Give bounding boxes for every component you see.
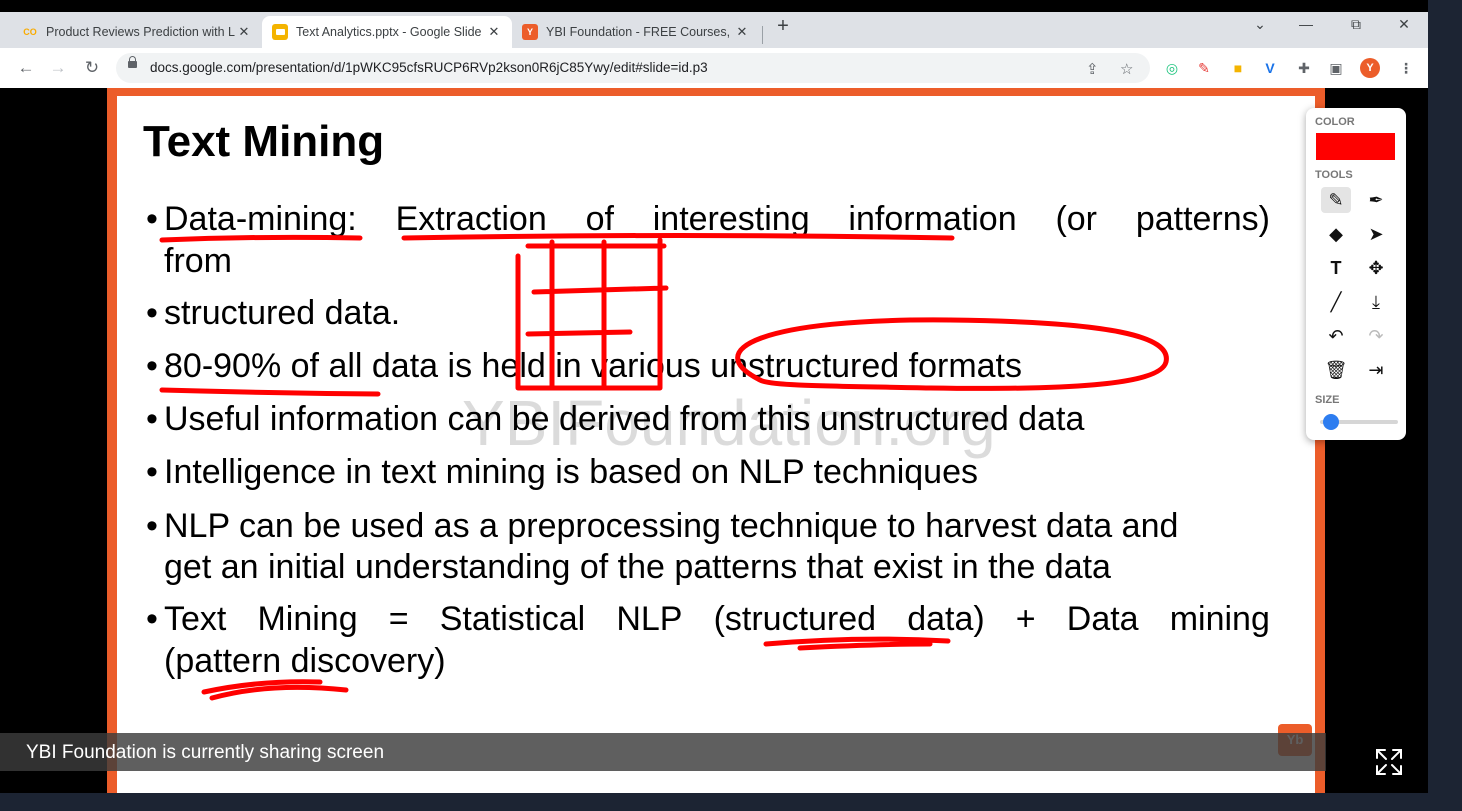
pen-tool-icon[interactable]: ✎ (1321, 187, 1351, 213)
highlighter-tool-icon[interactable]: ✒ (1361, 187, 1391, 213)
tab-text-analytics[interactable]: Text Analytics.pptx - Google Slide ✕ (262, 16, 512, 48)
restore-button[interactable]: ⧉ (1346, 16, 1366, 33)
url-text: docs.google.com/presentation/d/1pWKC95cf… (150, 60, 708, 75)
profile-avatar[interactable]: Y (1360, 58, 1380, 78)
grammarly-extension-icon[interactable]: ◎ (1162, 58, 1182, 78)
browser-toolbar: ← → ↻ docs.google.com/presentation/d/1pW… (0, 48, 1428, 88)
bullet-structured: • structured data. (146, 294, 401, 332)
tab-title: Text Analytics.pptx - Google Slide (296, 25, 482, 39)
pointer-tool-icon[interactable]: ➤ (1361, 221, 1391, 247)
line-tool-icon[interactable]: ╱ (1321, 289, 1351, 315)
tab-search-icon[interactable]: ⌄ (1250, 16, 1270, 33)
vimeo-extension-icon[interactable]: V (1260, 58, 1280, 78)
bullet-continuation: get an initial understanding of the patt… (164, 548, 1111, 586)
bullet-continuation: (pattern discovery) (164, 642, 446, 680)
bullet-unstructured: • 80-90% of all data is held in various u… (146, 347, 1023, 385)
trash-icon[interactable]: 🗑 (1321, 357, 1351, 383)
tab-divider (762, 26, 763, 44)
bullet-data-mining: • Data-mining: Extraction of interesting … (146, 200, 1270, 238)
size-label: SIZE (1315, 394, 1340, 406)
bullet-text-mining-formula: • Text Mining = Statistical NLP (structur… (146, 600, 1270, 638)
slide-title: Text Mining (143, 117, 385, 166)
tab-title: Product Reviews Prediction with L (46, 25, 235, 39)
address-bar[interactable]: docs.google.com/presentation/d/1pWKC95cf… (116, 53, 1150, 83)
bullet-useful-info: • Useful information can be derived from … (146, 400, 1085, 438)
exit-icon[interactable]: ⇥ (1361, 357, 1391, 383)
back-arrow-icon[interactable]: ← (16, 58, 36, 78)
tab-product-reviews[interactable]: CO Product Reviews Prediction with L ✕ (12, 16, 262, 48)
slides-icon (272, 24, 288, 40)
share-status-text: YBI Foundation is currently sharing scre… (26, 742, 385, 763)
browser-tab-strip: CO Product Reviews Prediction with L ✕ T… (0, 12, 1428, 48)
new-tab-button[interactable]: + (772, 15, 794, 37)
close-icon[interactable]: ✕ (486, 24, 502, 40)
undo-icon[interactable]: ↶ (1321, 323, 1351, 349)
fullscreen-icon[interactable] (1374, 747, 1404, 777)
extensions-puzzle-icon[interactable]: ✚ (1294, 58, 1314, 78)
screen-share-banner: YBI Foundation is currently sharing scre… (0, 733, 1326, 771)
share-icon[interactable]: ⇪ (1086, 60, 1099, 78)
tab-title: YBI Foundation - FREE Courses, Li (546, 25, 734, 39)
bullet-nlp-preprocessing: • NLP can be used as a preprocessing tech… (146, 507, 1179, 545)
eraser-tool-icon[interactable]: ◆ (1321, 221, 1351, 247)
tab-ybi-foundation[interactable]: Y YBI Foundation - FREE Courses, Li ✕ (512, 16, 760, 48)
size-slider-handle[interactable] (1323, 414, 1340, 430)
tools-label: TOOLS (1315, 169, 1353, 181)
move-tool-icon[interactable]: ✥ (1361, 255, 1391, 281)
download-tool-icon[interactable]: ⤓ (1361, 289, 1391, 315)
colab-icon: CO (23, 27, 37, 37)
color-label: COLOR (1315, 116, 1355, 128)
page-side-margin (1428, 0, 1462, 811)
lock-icon (128, 56, 137, 68)
keep-extension-icon[interactable]: ■ (1228, 58, 1248, 78)
side-panel-icon[interactable]: ▣ (1326, 58, 1346, 78)
pen-extension-icon[interactable]: ✎ (1194, 58, 1214, 78)
bullet-continuation: from (164, 242, 232, 280)
close-window-button[interactable]: ✕ (1394, 16, 1414, 33)
annotation-toolbox: COLOR TOOLS ✎ ✒ ◆ ➤ T ✥ ╱ ⤓ ↶ ↷ 🗑 ⇥ SIZE (1306, 108, 1406, 440)
shared-screen: CO Product Reviews Prediction with L ✕ T… (0, 0, 1428, 793)
bullet-intelligence: • Intelligence in text mining is based on… (146, 453, 978, 491)
text-tool-icon[interactable]: T (1321, 255, 1351, 281)
bookmark-star-icon[interactable]: ☆ (1120, 60, 1133, 78)
reload-icon[interactable]: ↻ (82, 58, 102, 78)
close-icon[interactable]: ✕ (236, 24, 252, 40)
page-bottom-margin (0, 793, 1462, 811)
more-menu-icon[interactable]: ⋮ (1396, 58, 1416, 78)
ybi-icon: Y (522, 24, 538, 40)
color-swatch[interactable] (1316, 133, 1395, 160)
forward-arrow-icon[interactable]: → (48, 58, 68, 78)
minimize-button[interactable]: — (1296, 16, 1316, 32)
close-icon[interactable]: ✕ (734, 24, 750, 40)
redo-icon[interactable]: ↷ (1361, 323, 1391, 349)
